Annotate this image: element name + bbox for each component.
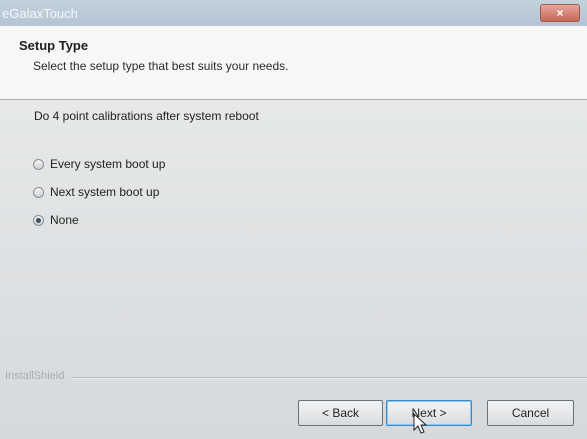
back-button[interactable]: < Back <box>298 400 383 426</box>
radio-none-label: None <box>50 213 79 227</box>
radio-none[interactable]: None <box>33 213 79 227</box>
footer-divider <box>71 377 587 379</box>
page-title: Setup Type <box>19 38 89 53</box>
radio-every-boot-label: Every system boot up <box>50 157 166 171</box>
wizard-header: Setup Type Select the setup type that be… <box>0 26 587 100</box>
radio-next-boot-button[interactable] <box>33 186 44 198</box>
window-title: eGalaxTouch <box>2 6 78 21</box>
radio-next-boot[interactable]: Next system boot up <box>33 185 159 199</box>
close-button[interactable]: × <box>540 4 580 22</box>
title-bar: eGalaxTouch × <box>0 0 587 26</box>
radio-every-boot-button[interactable] <box>33 158 44 170</box>
calibration-prompt: Do 4 point calibrations after system reb… <box>34 109 259 123</box>
page-subtitle: Select the setup type that best suits yo… <box>33 59 289 73</box>
wizard-body: Do 4 point calibrations after system reb… <box>0 100 587 439</box>
radio-next-boot-label: Next system boot up <box>50 185 160 199</box>
radio-none-button[interactable] <box>33 214 44 226</box>
mouse-pointer-icon <box>413 413 428 434</box>
close-icon: × <box>556 6 564 20</box>
radio-every-boot[interactable]: Every system boot up <box>33 157 165 171</box>
installshield-label: InstallShield <box>5 370 65 382</box>
cancel-button[interactable]: Cancel <box>487 400 574 426</box>
next-button[interactable]: Next > <box>386 400 472 426</box>
